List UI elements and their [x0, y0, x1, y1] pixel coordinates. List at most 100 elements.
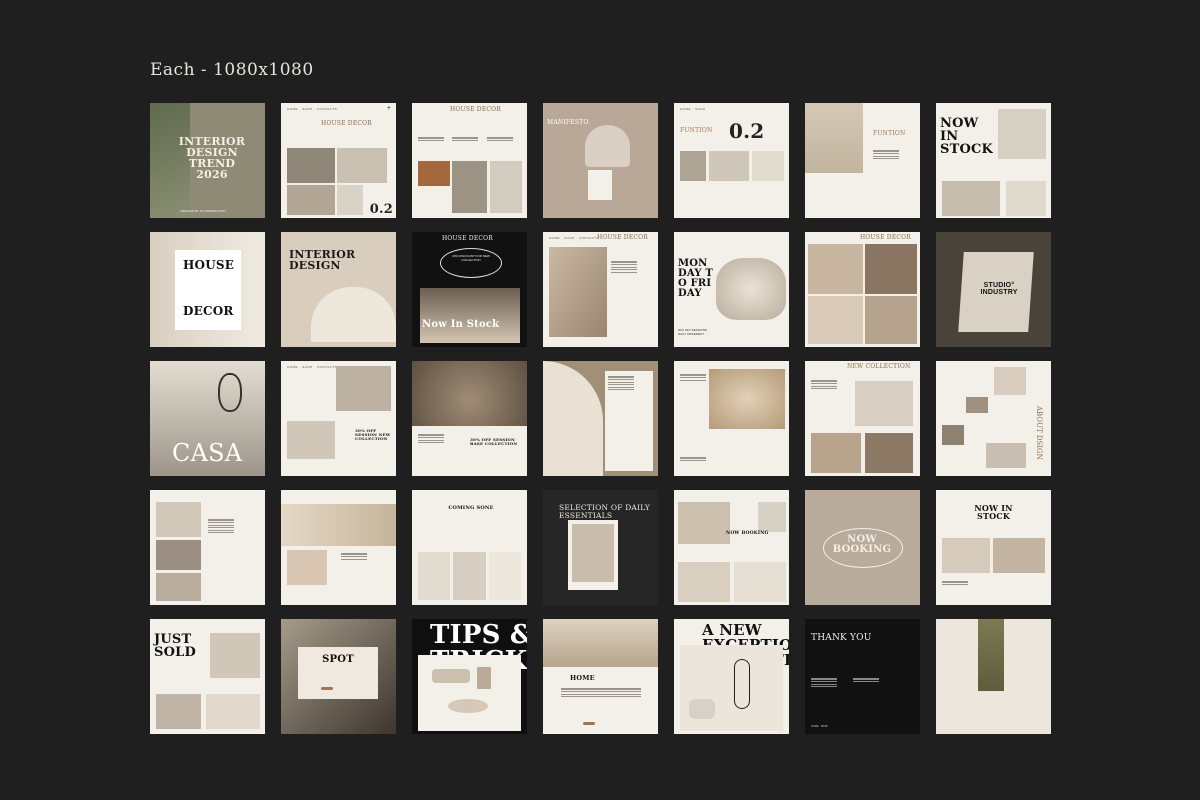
tile-title: HOUSE DECOR — [597, 234, 649, 241]
tile-new-collection-vertical[interactable]: ABOUT DSIGN — [936, 361, 1051, 476]
decor-image — [966, 397, 988, 413]
body-text — [680, 456, 706, 463]
tile-thank-you[interactable] — [936, 619, 1051, 734]
decor-image — [994, 367, 1026, 395]
card-image — [588, 170, 612, 200]
tile-title: NEW COLLECTION — [847, 363, 911, 370]
tile-manifesto[interactable]: MANIFESTO — [543, 103, 658, 218]
tile-now-booking[interactable]: NOW IN STOCK — [936, 490, 1051, 605]
tile-now-in-stock[interactable]: NOW IN STOCK — [936, 103, 1051, 218]
buy-now-button[interactable] — [321, 687, 333, 690]
tile-subtitle: 30% OFF SESSIONS DAILY DIFFERENT — [678, 328, 708, 337]
tile-now-in-stock-2[interactable]: JUST SOLD — [150, 619, 265, 734]
decor-image — [156, 573, 201, 601]
body-text — [418, 136, 444, 143]
mirror-image — [734, 659, 750, 709]
chair-image — [689, 699, 715, 719]
tile-studio-industry[interactable]: STUDIO° INDUSTRY — [936, 232, 1051, 347]
chair-image — [477, 667, 491, 689]
body-text — [208, 518, 234, 535]
tile-house-decor-02[interactable]: HOME · SHOP · CONTACTS + HOUSE DECOR 0.2 — [281, 103, 396, 218]
tile-30-off-base[interactable]: 30% OFF SESSION BASE COLLECTION — [412, 361, 527, 476]
decor-image — [678, 562, 730, 602]
tile-title: 30% OFF SESSION BASE COLLECTION — [470, 437, 518, 446]
tile-title: FUNTION — [873, 130, 906, 137]
tile-daily-essentials[interactable]: COMING SONE — [412, 490, 527, 605]
tile-title: ABOUT DSIGN — [1035, 406, 1043, 460]
nav-bar: HOME · SHOP · CONTACTS — [549, 236, 600, 240]
product-image — [452, 161, 487, 213]
tile-title: NOW BOOKING — [726, 531, 769, 536]
tile-funtion[interactable]: FUNTION — [805, 103, 920, 218]
tile-now-booking-taupe[interactable]: NOW BOOKING — [805, 490, 920, 605]
tile-title: NOW IN STOCK — [940, 116, 994, 157]
body-text — [611, 260, 637, 274]
tile-subtitle: CREATED BY STUDIOINDUSTRY — [180, 209, 227, 213]
tile-new-exceptional-collection[interactable]: THANK YOU HOME · SHOP — [805, 619, 920, 734]
decor-image — [156, 540, 201, 570]
tile-interior-design[interactable]: INTERIOR DESIGN — [281, 232, 396, 347]
body-text — [608, 375, 634, 392]
chair-image — [585, 125, 630, 167]
tile-title: FUNTION — [680, 127, 713, 134]
tile-title: MANIFESTO — [547, 119, 589, 126]
tile-house-decor-collage[interactable]: HOUSE DECOR — [805, 232, 920, 347]
tile-monday-to-friday[interactable]: MONDAY TO FRIDAY 30% OFF SESSIONS DAILY … — [674, 232, 789, 347]
table-image — [448, 699, 488, 713]
decor-image — [998, 109, 1046, 159]
vase-image — [709, 369, 785, 429]
tile-just-sold[interactable]: SPOT — [281, 619, 396, 734]
tile-bottom-text: Now In Stock — [422, 319, 500, 330]
chair-image — [680, 151, 706, 181]
vase-image — [865, 433, 913, 473]
sofa-image — [432, 669, 470, 683]
tile-home[interactable]: A NEW EXCEPTIONAL COLLECTION — [674, 619, 789, 734]
tile-tips-tricks[interactable]: HOME — [543, 619, 658, 734]
decor-image — [156, 694, 201, 729]
tile-curve-shadow[interactable] — [543, 361, 658, 476]
decor-image — [287, 421, 335, 459]
tile-number: 0.2 — [729, 119, 765, 143]
decor-image — [942, 425, 964, 445]
vase-image — [716, 258, 786, 320]
template-caption: Each - 1080x1080 — [150, 60, 314, 80]
tile-house-decor-drape[interactable]: HOME · SHOP · CONTACTS HOUSE DECOR — [543, 232, 658, 347]
decor-image — [758, 502, 786, 532]
collage-image — [865, 296, 917, 344]
tile-sand-vase[interactable] — [674, 361, 789, 476]
tile-title: HOUSE DECOR — [860, 234, 912, 241]
tile-about-dsign[interactable] — [150, 490, 265, 605]
tile-funtion-02[interactable]: HOME · SHOP FUNTION 0.2 — [674, 103, 789, 218]
vase-image — [811, 433, 861, 473]
collage-image — [808, 244, 863, 294]
tile-title-top: HOUSE — [183, 258, 235, 272]
body-text — [418, 433, 444, 445]
vase-image — [287, 550, 327, 585]
decor-image — [206, 694, 260, 729]
product-image — [453, 552, 486, 600]
tile-soft-life[interactable] — [281, 490, 396, 605]
tile-title: CASA — [172, 439, 243, 467]
decor-image — [993, 538, 1045, 573]
body-text — [561, 687, 641, 699]
tile-casa[interactable]: CASA — [150, 361, 265, 476]
tile-new-collection[interactable]: NEW COLLECTION — [805, 361, 920, 476]
tile-house-decor-card[interactable]: HOUSE DECOR — [150, 232, 265, 347]
tile-title: HOUSE DECOR — [321, 120, 373, 127]
tile-spot[interactable]: TIPS & TRICKS — [412, 619, 527, 734]
vase-image — [337, 148, 387, 183]
tile-30-off-new[interactable]: HOME · SHOP · CONTACTS 30% OFF SESSION N… — [281, 361, 396, 476]
person-image — [978, 619, 1004, 691]
tile-daily-essentials-collage[interactable]: NOW BOOKING — [674, 490, 789, 605]
tile-title: HOUSE DECOR — [442, 235, 494, 242]
body-text — [811, 677, 837, 689]
buy-now-button[interactable] — [583, 722, 595, 725]
tile-coming-sone[interactable]: SELECTION OF DAILY ESSENTIALS — [543, 490, 658, 605]
decor-image — [678, 502, 730, 544]
tile-house-decor[interactable]: HOUSE DECOR — [412, 103, 527, 218]
tile-title: MONDAY TO FRIDAY — [678, 258, 713, 299]
tile-title: 30% OFF SESSION NEW COLLECTION — [355, 428, 391, 441]
tile-now-in-stock-dark[interactable]: HOUSE DECOR 20% DISCOUNT FOR NEW COLLECT… — [412, 232, 527, 347]
room-image — [420, 288, 520, 343]
tile-interior-design-trend[interactable]: INTERIOR DESIGN TREND 2026 CREATED BY ST… — [150, 103, 265, 218]
